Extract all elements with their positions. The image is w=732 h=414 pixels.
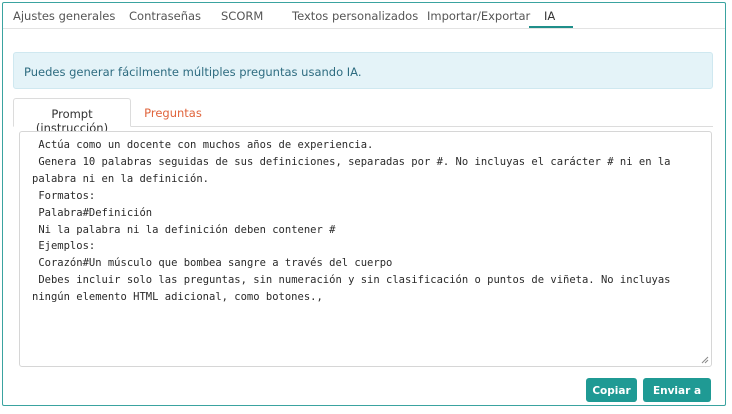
active-tab-indicator: [529, 26, 573, 28]
tab-contrasenas[interactable]: Contraseñas: [129, 9, 201, 23]
info-message: Puedes generar fácilmente múltiples preg…: [24, 65, 362, 79]
prompt-tab-bar: Prompt (instrucción) Preguntas: [13, 98, 713, 135]
tab-ia[interactable]: IA: [544, 9, 555, 23]
tab-textos-personalizados[interactable]: Textos personalizados: [292, 9, 418, 23]
prompt-textarea[interactable]: Actúa como un docente con muchos años de…: [19, 131, 712, 367]
prompt-text[interactable]: Actúa como un docente con muchos años de…: [20, 132, 711, 306]
ai-settings-panel: Ajustes generales Contraseñas SCORM Text…: [2, 2, 726, 406]
tab-prompt[interactable]: Prompt (instrucción): [13, 98, 131, 135]
resize-handle-icon[interactable]: [701, 356, 709, 364]
info-alert: Puedes generar fácilmente múltiples preg…: [13, 52, 713, 89]
tab-importar-exportar[interactable]: Importar/Exportar: [427, 9, 530, 23]
tab-preguntas[interactable]: Preguntas: [135, 98, 211, 127]
tab-ajustes-generales[interactable]: Ajustes generales: [13, 9, 115, 23]
settings-tab-bar: Ajustes generales Contraseñas SCORM Text…: [3, 3, 725, 29]
tab-scorm[interactable]: SCORM: [221, 9, 263, 23]
send-to-ai-button[interactable]: Enviar a IA: [643, 378, 711, 402]
copy-button[interactable]: Copiar: [586, 378, 637, 402]
